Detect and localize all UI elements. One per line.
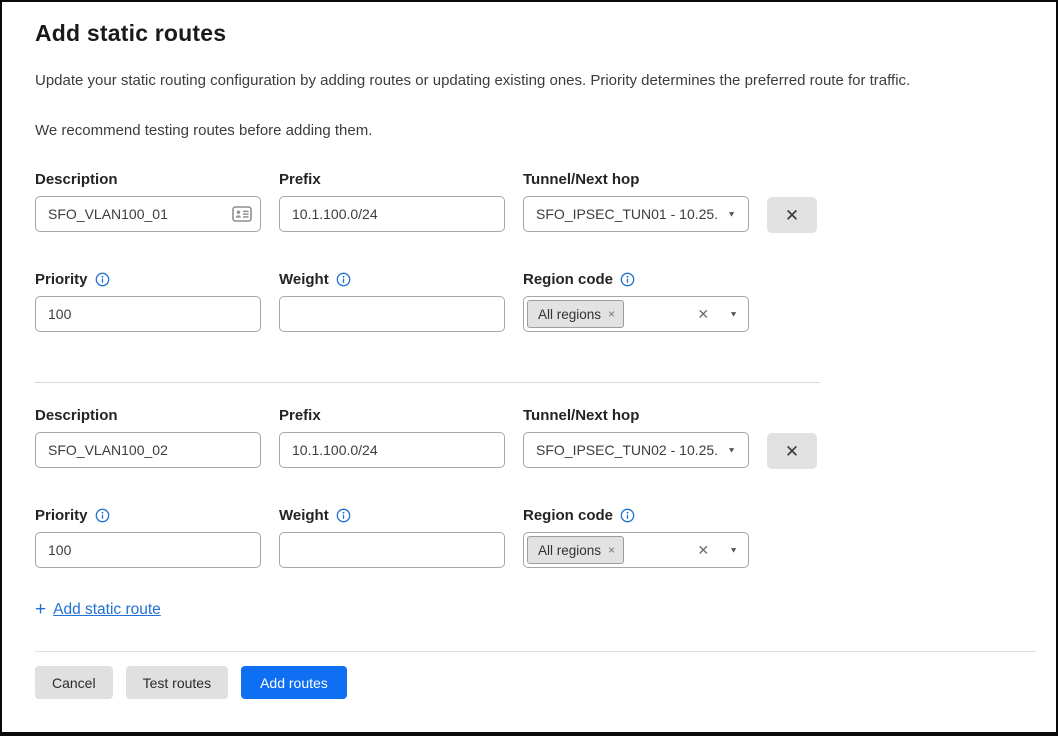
tunnel-select-value: SFO_IPSEC_TUN01 - 10.25... xyxy=(536,206,719,222)
test-routes-button[interactable]: Test routes xyxy=(126,666,228,699)
priority-input[interactable] xyxy=(35,532,261,568)
region-tag[interactable]: All regions × xyxy=(527,536,624,564)
plus-icon: + xyxy=(35,600,46,619)
prefix-label: Prefix xyxy=(279,171,505,188)
region-code-label: Region code xyxy=(523,271,749,288)
chevron-down-icon: ▼ xyxy=(727,446,736,455)
route-divider xyxy=(35,382,820,383)
cancel-button[interactable]: Cancel xyxy=(35,666,113,699)
weight-label: Weight xyxy=(279,271,505,288)
region-code-select[interactable]: All regions × ✕ ▼ xyxy=(523,296,749,332)
clear-selection-icon[interactable]: ✕ xyxy=(697,307,709,321)
contact-card-icon[interactable] xyxy=(232,206,252,222)
info-icon[interactable] xyxy=(620,272,635,287)
info-icon[interactable] xyxy=(336,272,351,287)
chevron-down-icon: ▼ xyxy=(729,310,738,319)
region-code-label: Region code xyxy=(523,507,749,524)
tunnel-select-value: SFO_IPSEC_TUN02 - 10.25... xyxy=(536,442,719,458)
chevron-down-icon: ▼ xyxy=(729,546,738,555)
add-routes-button[interactable]: Add routes xyxy=(241,666,347,699)
info-icon[interactable] xyxy=(336,508,351,523)
region-code-select[interactable]: All regions × ✕ ▼ xyxy=(523,532,749,568)
description-label: Description xyxy=(35,171,261,188)
description-input[interactable] xyxy=(35,432,261,468)
region-tag[interactable]: All regions × xyxy=(527,300,624,328)
info-icon[interactable] xyxy=(95,272,110,287)
remove-tag-icon[interactable]: × xyxy=(608,544,615,556)
priority-label: Priority xyxy=(35,271,261,288)
weight-label: Weight xyxy=(279,507,505,524)
tunnel-label: Tunnel/Next hop xyxy=(523,407,749,424)
tunnel-select[interactable]: SFO_IPSEC_TUN02 - 10.25... ▼ xyxy=(523,432,749,468)
add-static-route-row: + Add static route xyxy=(35,600,1032,619)
tunnel-label: Tunnel/Next hop xyxy=(523,171,749,188)
priority-input[interactable] xyxy=(35,296,261,332)
remove-route-button[interactable]: ✕ xyxy=(767,197,817,233)
prefix-label: Prefix xyxy=(279,407,505,424)
prefix-input[interactable] xyxy=(279,432,505,468)
info-icon[interactable] xyxy=(95,508,110,523)
add-static-route-link[interactable]: Add static route xyxy=(53,601,161,619)
route-entry-1: Description xyxy=(35,171,1032,332)
priority-label: Priority xyxy=(35,507,261,524)
description-input[interactable] xyxy=(35,196,261,232)
info-icon[interactable] xyxy=(620,508,635,523)
weight-input[interactable] xyxy=(279,296,505,332)
add-static-routes-dialog: Add static routes Update your static rou… xyxy=(0,0,1058,736)
dialog-intro-text: Update your static routing configuration… xyxy=(35,71,1032,91)
footer-actions: Cancel Test routes Add routes xyxy=(35,666,1032,699)
clear-selection-icon[interactable]: ✕ xyxy=(697,543,709,557)
tunnel-select[interactable]: SFO_IPSEC_TUN01 - 10.25... ▼ xyxy=(523,196,749,232)
remove-route-button[interactable]: ✕ xyxy=(767,433,817,469)
footer-divider xyxy=(35,651,1036,652)
remove-tag-icon[interactable]: × xyxy=(608,308,615,320)
dialog-note-text: We recommend testing routes before addin… xyxy=(35,121,1032,141)
description-label: Description xyxy=(35,407,261,424)
weight-input[interactable] xyxy=(279,532,505,568)
prefix-input[interactable] xyxy=(279,196,505,232)
chevron-down-icon: ▼ xyxy=(727,210,736,219)
page-title: Add static routes xyxy=(35,20,1032,47)
route-entry-2: Description Prefix Tunnel/Next hop SFO_I… xyxy=(35,407,1032,568)
